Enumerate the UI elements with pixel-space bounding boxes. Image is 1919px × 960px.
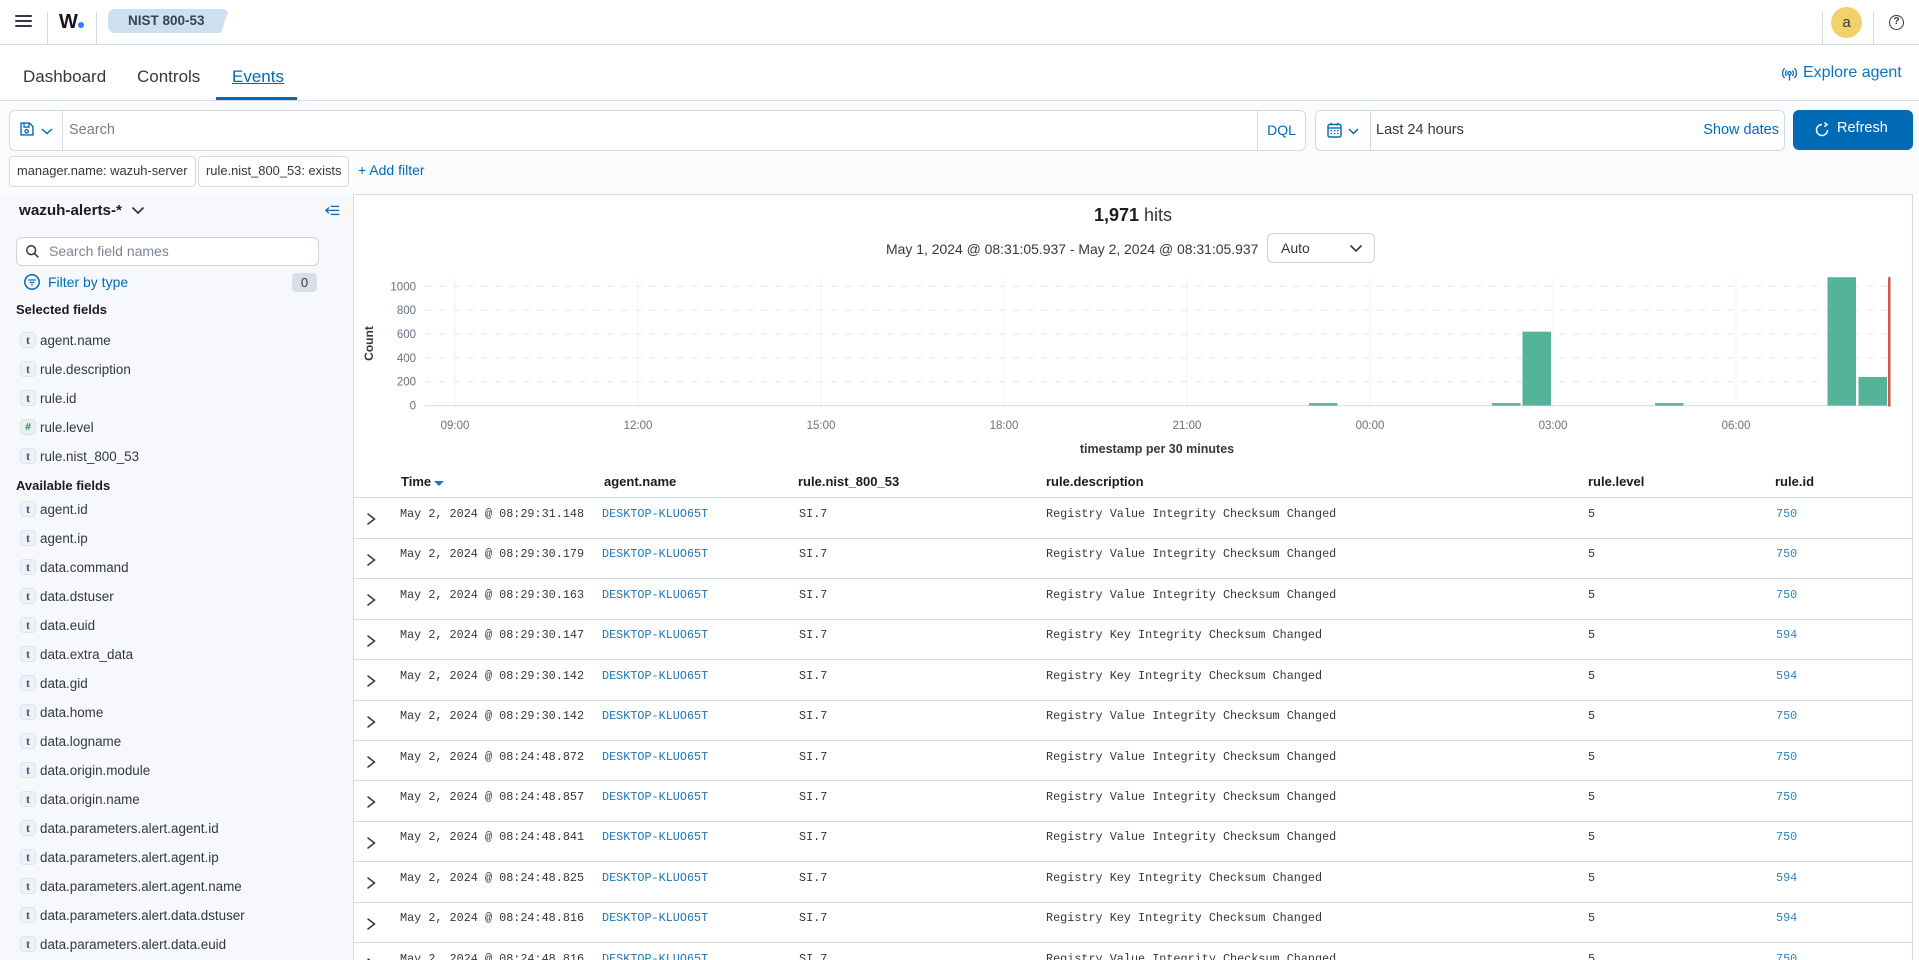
svg-text:0: 0 [410, 401, 416, 413]
svg-text:600: 600 [397, 329, 416, 341]
svg-text:1000: 1000 [390, 281, 416, 293]
svg-text:800: 800 [397, 305, 416, 317]
svg-text:09:00: 09:00 [441, 420, 470, 432]
svg-text:21:00: 21:00 [1173, 420, 1202, 432]
svg-text:15:00: 15:00 [807, 420, 836, 432]
svg-text:00:00: 00:00 [1356, 420, 1385, 432]
svg-text:Count: Count [362, 326, 376, 361]
svg-text:400: 400 [397, 353, 416, 365]
svg-text:03:00: 03:00 [1539, 420, 1568, 432]
svg-text:18:00: 18:00 [990, 420, 1019, 432]
svg-text:06:00: 06:00 [1722, 420, 1751, 432]
svg-text:12:00: 12:00 [624, 420, 653, 432]
svg-text:timestamp per 30 minutes: timestamp per 30 minutes [1080, 442, 1234, 456]
svg-text:200: 200 [397, 377, 416, 389]
